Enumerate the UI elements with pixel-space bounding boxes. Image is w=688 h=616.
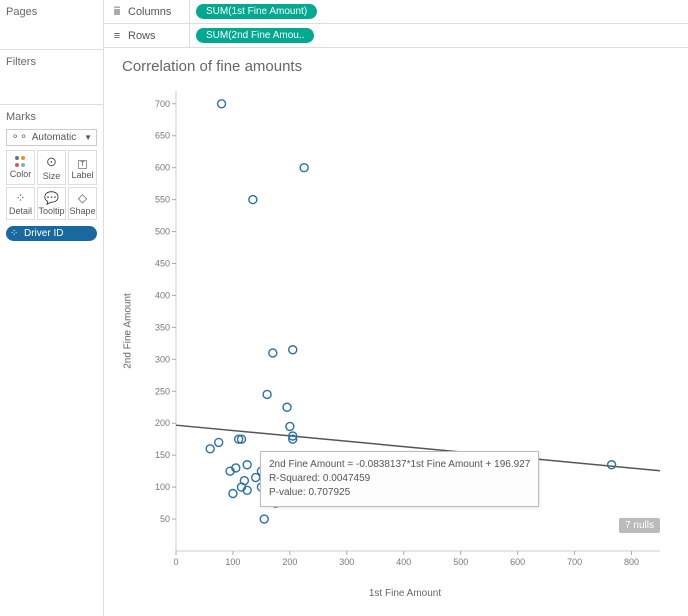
marks-select-label: Automatic — [32, 132, 76, 143]
rows-shelf[interactable]: ≡ Rows SUM(2nd Fine Amou.. — [104, 24, 688, 48]
chart-title: Correlation of fine amounts — [122, 58, 670, 75]
svg-text:100: 100 — [155, 482, 170, 492]
svg-text:800: 800 — [624, 557, 639, 567]
color-icon — [15, 156, 27, 168]
svg-text:500: 500 — [155, 227, 170, 237]
size-icon: ⊙ — [46, 154, 57, 170]
x-axis-label: 1st Fine Amount — [369, 588, 441, 599]
chevron-down-icon: ▼ — [84, 133, 92, 142]
svg-text:0: 0 — [173, 557, 178, 567]
nulls-badge[interactable]: 7 nulls — [619, 518, 660, 533]
chart-area: Correlation of fine amounts 2nd Fine Amo… — [104, 48, 688, 616]
tooltip-equation: 2nd Fine Amount = -0.0838137*1st Fine Am… — [269, 458, 530, 472]
pages-title: Pages — [6, 4, 97, 20]
detail-icon: ⁘ — [15, 191, 25, 205]
marks-grid: Color⊙SizeTLabel ⁘Detail💬Tooltip◇Shape — [6, 150, 97, 220]
filters-title: Filters — [6, 54, 97, 70]
svg-text:250: 250 — [155, 386, 170, 396]
pages-panel[interactable]: Pages — [0, 0, 103, 50]
svg-text:350: 350 — [155, 322, 170, 332]
columns-shelf[interactable]: ⅲ Columns SUM(1st Fine Amount) — [104, 0, 688, 24]
tooltip-rsquared: R-Squared: 0.0047459 — [269, 472, 530, 486]
trend-tooltip: 2nd Fine Amount = -0.0838137*1st Fine Am… — [260, 451, 539, 507]
svg-text:300: 300 — [155, 354, 170, 364]
mark-card-shape[interactable]: ◇Shape — [68, 187, 97, 220]
driver-id-pill[interactable]: ⁘ Driver ID — [6, 226, 97, 241]
y-axis-label: 2nd Fine Amount — [123, 293, 134, 369]
mark-card-size[interactable]: ⊙Size — [37, 150, 66, 185]
svg-text:700: 700 — [155, 99, 170, 109]
rows-pill[interactable]: SUM(2nd Fine Amou.. — [196, 28, 314, 43]
shape-icon: ⚬⚬ — [11, 132, 28, 143]
mark-card-label[interactable]: TLabel — [68, 150, 97, 185]
svg-text:600: 600 — [510, 557, 525, 567]
svg-text:200: 200 — [282, 557, 297, 567]
plot-box[interactable]: 2nd Fine Amount 501001502002503003504004… — [140, 81, 670, 581]
columns-pill[interactable]: SUM(1st Fine Amount) — [196, 4, 317, 19]
rows-label: Rows — [128, 30, 156, 42]
tooltip-icon: 💬 — [44, 191, 59, 205]
mark-card-detail[interactable]: ⁘Detail — [6, 187, 35, 220]
filters-panel[interactable]: Filters — [0, 50, 103, 105]
svg-text:600: 600 — [155, 163, 170, 173]
svg-text:300: 300 — [339, 557, 354, 567]
svg-text:700: 700 — [567, 557, 582, 567]
tooltip-pvalue: P-value: 0.707925 — [269, 486, 530, 500]
marks-type-select[interactable]: ⚬⚬ Automatic ▼ — [6, 129, 97, 146]
svg-text:400: 400 — [396, 557, 411, 567]
marks-title: Marks — [6, 109, 97, 125]
right-panel: ⅲ Columns SUM(1st Fine Amount) ≡ Rows SUM(… — [104, 0, 688, 616]
columns-label: Columns — [128, 6, 171, 18]
marks-panel: Marks ⚬⚬ Automatic ▼ Color⊙SizeTLabel ⁘Det… — [0, 105, 103, 245]
svg-text:50: 50 — [160, 514, 170, 524]
detail-icon: ⁘ — [10, 228, 18, 239]
mark-card-color[interactable]: Color — [6, 150, 35, 185]
svg-text:100: 100 — [225, 557, 240, 567]
svg-text:450: 450 — [155, 259, 170, 269]
svg-text:650: 650 — [155, 131, 170, 141]
driver-pill-label: Driver ID — [24, 228, 63, 239]
left-panel: Pages Filters Marks ⚬⚬Automatic ▼ Color⊙… — [0, 0, 104, 616]
columns-icon: ⅲ — [110, 5, 124, 18]
svg-text:500: 500 — [453, 557, 468, 567]
label-icon: T — [78, 155, 86, 169]
rows-icon: ≡ — [110, 30, 124, 42]
svg-text:550: 550 — [155, 195, 170, 205]
svg-text:200: 200 — [155, 418, 170, 428]
svg-text:150: 150 — [155, 450, 170, 460]
shape-icon: ◇ — [78, 191, 87, 205]
svg-text:400: 400 — [155, 290, 170, 300]
mark-card-tooltip[interactable]: 💬Tooltip — [37, 187, 66, 220]
